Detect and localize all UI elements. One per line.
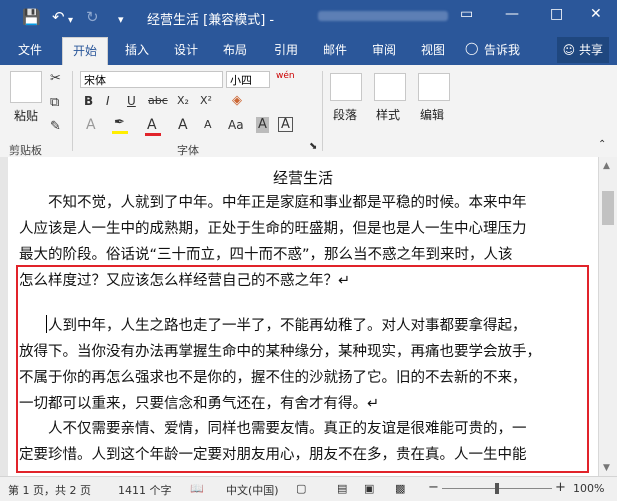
- paste-icon[interactable]: [10, 71, 42, 103]
- search-icon[interactable]: [418, 73, 450, 101]
- document-title: 经营生活: [272, 169, 333, 187]
- tab-design[interactable]: 设计: [174, 41, 198, 58]
- undo-icon[interactable]: ↶: [52, 8, 65, 26]
- ribbon: 粘贴 ✂ ⧉ ✎ 剪贴板 宋体 小四 wén B I U abc X₂ X² ◈…: [0, 65, 617, 158]
- highlight-color-swatch: [112, 131, 128, 134]
- strikethrough-button[interactable]: abc: [148, 93, 168, 109]
- tab-references[interactable]: 引用: [274, 41, 298, 58]
- person-icon: ☺: [562, 43, 576, 57]
- styles-button[interactable]: 样式: [376, 106, 400, 123]
- web-layout-icon[interactable]: ▩: [395, 482, 405, 495]
- customize-toolbar-icon[interactable]: ▾: [118, 11, 124, 29]
- divider: [322, 71, 323, 151]
- ribbon-tabs: 文件 开始 插入 设计 布局 引用 邮件 审阅 视图 ◯ 告诉我 ☺ 共享: [0, 35, 617, 66]
- blurred-username: [318, 11, 448, 21]
- paragraph-icon[interactable]: [330, 73, 362, 101]
- tab-file[interactable]: 文件: [18, 41, 42, 58]
- print-layout-icon[interactable]: ▣: [364, 482, 374, 495]
- subscript-button[interactable]: X₂: [177, 93, 189, 109]
- zoom-level[interactable]: 100%: [573, 482, 604, 495]
- grow-font-button[interactable]: A: [178, 117, 188, 133]
- document-area: 经营生活 不知不觉，人就到了中年。中年正是家庭和事业都是平稳的时候。本来中年 人…: [0, 157, 598, 476]
- vertical-scrollbar[interactable]: ▲ ▼: [598, 157, 617, 476]
- status-bar: 第 1 页，共 2 页 1411 个字 📖 中文(中国) ▢ ▤ ▣ ▩ − +…: [0, 476, 617, 501]
- dialog-launcher-icon[interactable]: ⬊: [309, 139, 317, 155]
- editing-button[interactable]: 编辑: [420, 106, 444, 123]
- paragraph-line: 最大的阶段。俗话说“三十而立，四十而不惑”，那么当不惑之年到来时，人该: [19, 247, 513, 263]
- save-icon[interactable]: 💾: [22, 8, 41, 26]
- proofing-icon[interactable]: 📖: [190, 482, 204, 495]
- text-effects-button[interactable]: A: [86, 117, 96, 133]
- share-button[interactable]: ☺ 共享: [556, 37, 609, 63]
- record-macro-icon[interactable]: ▢: [296, 482, 306, 495]
- paragraph-line: 不知不觉，人就到了中年。中年正是家庭和事业都是平稳的时候。本来中年: [19, 195, 527, 211]
- zoom-slider-thumb[interactable]: [495, 483, 499, 494]
- font-name-value: 宋体: [84, 74, 106, 87]
- bold-button[interactable]: B: [84, 93, 93, 109]
- scroll-down-icon[interactable]: ▼: [603, 463, 610, 473]
- word-count[interactable]: 1411 个字: [118, 482, 172, 498]
- paragraph-button[interactable]: 段落: [333, 106, 357, 123]
- font-color-button[interactable]: A: [147, 117, 157, 133]
- paste-button[interactable]: 粘贴: [14, 107, 38, 124]
- tab-home[interactable]: 开始: [62, 37, 109, 66]
- italic-button[interactable]: I: [106, 93, 110, 109]
- lightbulb-icon: ◯: [465, 41, 479, 55]
- highlighter-icon[interactable]: ✒: [114, 115, 125, 131]
- tab-layout[interactable]: 布局: [223, 41, 247, 58]
- change-case-button[interactable]: Aa: [228, 117, 244, 133]
- enclose-characters-button[interactable]: A: [278, 117, 293, 132]
- tab-view[interactable]: 视图: [421, 41, 445, 58]
- tab-insert[interactable]: 插入: [125, 41, 149, 58]
- restore-button[interactable]: □: [550, 6, 563, 22]
- font-group-label: 字体: [177, 144, 199, 157]
- window-title: 经营生活 [兼容模式] -: [147, 13, 275, 28]
- font-color-swatch: [145, 133, 161, 136]
- clipboard-group-label: 剪贴板: [9, 144, 42, 157]
- tell-me-box[interactable]: 告诉我: [484, 41, 520, 58]
- font-size-value: 小四: [230, 74, 252, 87]
- zoom-in-button[interactable]: +: [555, 480, 566, 495]
- paragraph-line: 人应该是人一生中的成熟期，正处于生命的旺盛期，但是也是人一生中心理压力: [19, 221, 527, 237]
- scroll-up-icon[interactable]: ▲: [603, 161, 610, 171]
- minimize-button[interactable]: —: [505, 6, 519, 22]
- underline-button[interactable]: U: [127, 93, 136, 109]
- font-size-box[interactable]: 小四: [226, 71, 270, 88]
- title-bar: 💾 ↶ ▾ ↻ ▾ 经营生活 [兼容模式] - ▭ — □ ✕: [0, 0, 617, 35]
- font-name-box[interactable]: 宋体: [80, 71, 223, 88]
- language-status[interactable]: 中文(中国): [226, 482, 279, 498]
- format-painter-icon[interactable]: ✎: [50, 119, 61, 135]
- chevron-down-icon[interactable]: ▾: [68, 12, 73, 30]
- superscript-button[interactable]: X²: [200, 93, 212, 109]
- zoom-out-button[interactable]: −: [428, 480, 439, 495]
- copy-icon[interactable]: ⧉: [50, 95, 59, 111]
- redo-icon[interactable]: ↻: [86, 8, 99, 26]
- collapse-ribbon-icon[interactable]: ⌃: [598, 137, 606, 153]
- character-shading-button[interactable]: A: [256, 117, 269, 133]
- cut-icon[interactable]: ✂: [50, 71, 61, 87]
- share-label: 共享: [578, 43, 603, 57]
- page-count[interactable]: 第 1 页，共 2 页: [8, 482, 91, 498]
- styles-icon[interactable]: [374, 73, 406, 101]
- divider: [72, 71, 73, 151]
- scroll-thumb[interactable]: [602, 191, 614, 225]
- highlight-box: [16, 265, 589, 473]
- tab-review[interactable]: 审阅: [372, 41, 396, 58]
- tab-mailings[interactable]: 邮件: [323, 41, 347, 58]
- close-button[interactable]: ✕: [590, 6, 602, 22]
- shrink-font-button[interactable]: A: [204, 117, 212, 133]
- read-mode-icon[interactable]: ▤: [337, 482, 347, 495]
- clear-formatting-icon[interactable]: ◈: [232, 93, 242, 109]
- phonetic-guide-icon[interactable]: wén: [276, 68, 295, 84]
- document-page[interactable]: 经营生活 不知不觉，人就到了中年。中年正是家庭和事业都是平稳的时候。本来中年 人…: [8, 157, 598, 476]
- ribbon-display-icon[interactable]: ▭: [460, 6, 473, 22]
